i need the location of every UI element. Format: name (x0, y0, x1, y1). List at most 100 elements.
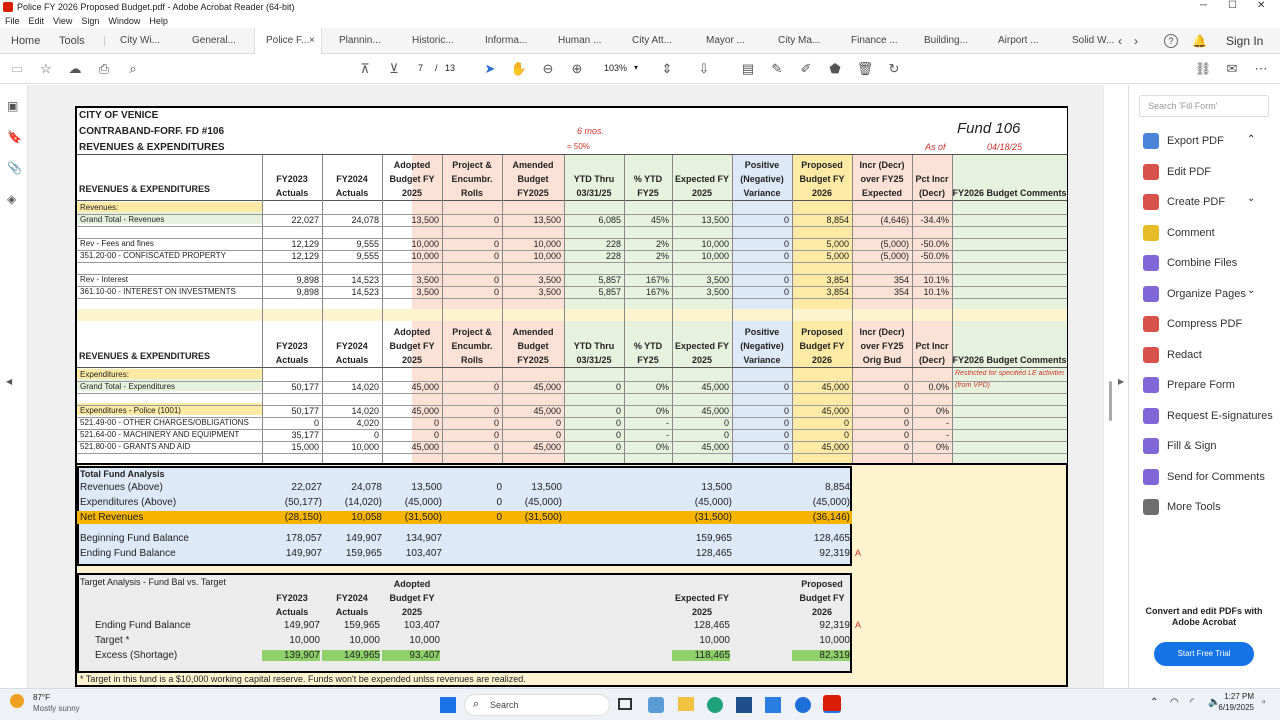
scroll-mode-icon[interactable]: ⇩ (695, 60, 713, 78)
tab-document[interactable]: Solid W... (1072, 28, 1114, 54)
tab-home[interactable]: Home (11, 28, 40, 54)
highlight-pen-icon[interactable]: ✎ (768, 60, 786, 78)
tab-tools[interactable]: Tools (59, 28, 85, 54)
delete-icon[interactable]: 🗑 (856, 60, 874, 78)
clock-date[interactable]: 6/19/2025 (1208, 703, 1254, 712)
select-cursor-icon[interactable]: ➤ (481, 60, 499, 78)
draw-icon[interactable]: ✐ (797, 60, 815, 78)
find-icon[interactable]: ⌕ (124, 60, 142, 78)
previous-page-icon[interactable]: ⊼ (356, 60, 374, 78)
tool-item[interactable]: Comment (1143, 224, 1215, 242)
save-icon[interactable]: ▭ (8, 60, 26, 78)
task-view-icon[interactable] (618, 698, 632, 710)
bookmark-star-icon[interactable]: ☆ (37, 60, 55, 78)
tab-document[interactable]: Building... (924, 28, 968, 54)
zoom-in-icon[interactable]: ⊕ (568, 60, 586, 78)
tool-item[interactable]: Redact (1143, 346, 1202, 364)
zoom-dropdown-icon[interactable]: ▾ (634, 63, 638, 72)
tab-document[interactable]: Informa... (485, 28, 527, 54)
minimize-button[interactable]: ─ (1200, 0, 1207, 11)
tool-item[interactable]: Organize Pages (1143, 285, 1246, 303)
tool-item[interactable]: Fill & Sign (1143, 437, 1217, 455)
menu-window[interactable]: Window (108, 16, 140, 26)
weather-condition[interactable]: Mostly sunny (33, 704, 80, 713)
wifi-icon[interactable]: ◜ (1190, 697, 1194, 708)
tool-item[interactable]: Edit PDF (1143, 163, 1211, 181)
menu-sign[interactable]: Sign (81, 16, 99, 26)
bookmarks-icon[interactable]: 🔖 (7, 130, 22, 144)
app-icon[interactable] (765, 697, 781, 713)
tool-item[interactable]: Prepare Form (1143, 376, 1235, 394)
layers-icon[interactable]: ◈ (7, 192, 21, 206)
zoom-level-select[interactable]: 103% (604, 63, 627, 73)
hand-tool-icon[interactable]: ✋ (510, 60, 528, 78)
tab-document-active[interactable]: Police F... × (254, 28, 322, 54)
comment-icon[interactable]: ▤ (739, 60, 757, 78)
email-icon[interactable]: ✉ (1223, 60, 1241, 78)
rotate-icon[interactable]: ↻ (885, 60, 903, 78)
help-app-icon[interactable] (795, 697, 811, 713)
next-page-icon[interactable]: ⊻ (385, 60, 403, 78)
collapse-left-panel-icon[interactable]: ◀ (6, 377, 20, 391)
print-icon[interactable]: ⎙ (95, 60, 113, 78)
attachments-icon[interactable]: 📎 (7, 161, 22, 175)
stamp-icon[interactable]: ⬟ (826, 60, 844, 78)
link-icon[interactable]: ⛓ (1194, 60, 1212, 78)
tab-document[interactable]: Mayor ... (706, 28, 745, 54)
tab-document[interactable]: Airport ... (998, 28, 1039, 54)
tabs-scroll-right-icon[interactable]: › (1134, 28, 1138, 54)
scrollbar-thumb[interactable] (1109, 381, 1112, 421)
tab-document[interactable]: City Att... (632, 28, 672, 54)
zoom-out-icon[interactable]: ⊖ (539, 60, 557, 78)
expand-right-panel-icon[interactable]: ▶ (1118, 377, 1124, 386)
page-number-input[interactable]: 7 (418, 63, 423, 73)
maximize-button[interactable]: ☐ (1228, 0, 1237, 11)
tab-document[interactable]: City Wi... (120, 28, 160, 54)
tabs-scroll-left-icon[interactable]: ‹ (1118, 28, 1122, 54)
help-icon[interactable]: ? (1164, 34, 1178, 48)
close-tab-icon[interactable]: × (309, 28, 315, 54)
expand-chevron-icon[interactable]: ⌄ (1247, 193, 1255, 204)
tool-item[interactable]: Send for Comments (1143, 468, 1265, 486)
tab-document[interactable]: City Ma... (778, 28, 820, 54)
store-icon[interactable] (736, 697, 752, 713)
tab-document[interactable]: Plannin... (339, 28, 381, 54)
tool-item[interactable]: Export PDF (1143, 132, 1224, 150)
show-hidden-icons-icon[interactable]: ⌃ (1150, 697, 1158, 708)
taskbar-search-box[interactable]: ⌕ Search (464, 694, 610, 716)
clock-time[interactable]: 1:27 PM (1208, 692, 1254, 701)
menu-edit[interactable]: Edit (29, 16, 45, 26)
acrobat-taskbar-icon[interactable] (823, 695, 841, 713)
vertical-scrollbar[interactable]: ▶ (1103, 85, 1127, 688)
page-thumbnails-icon[interactable]: ▣ (7, 99, 21, 113)
notifications-bell-icon[interactable]: 🔔 (1192, 28, 1207, 54)
tool-item[interactable]: Request E-signatures (1143, 407, 1273, 425)
windows-start-icon[interactable] (440, 697, 456, 713)
tool-item[interactable]: Compress PDF (1143, 315, 1242, 333)
expand-chevron-icon[interactable]: ⌄ (1247, 285, 1255, 296)
network-icon[interactable]: ◠ (1170, 697, 1179, 708)
tool-item[interactable]: Combine Files (1143, 254, 1237, 272)
tool-item[interactable]: More Tools (1143, 498, 1221, 516)
menu-help[interactable]: Help (149, 16, 168, 26)
tab-document[interactable]: General... (192, 28, 236, 54)
notification-center-icon[interactable]: ▫ (1262, 697, 1266, 708)
upload-cloud-icon[interactable]: ☁ (66, 60, 84, 78)
edge-browser-icon[interactable] (707, 697, 723, 713)
menu-view[interactable]: View (53, 16, 72, 26)
tool-item[interactable]: Create PDF (1143, 193, 1225, 211)
file-explorer-icon[interactable] (678, 697, 694, 711)
more-options-icon[interactable]: ⋯ (1252, 60, 1270, 78)
close-window-button[interactable]: ✕ (1257, 0, 1265, 11)
weather-temperature[interactable]: 87°F (33, 693, 50, 702)
tab-document[interactable]: Historic... (412, 28, 454, 54)
sign-in-button[interactable]: Sign In (1226, 28, 1263, 54)
tab-document[interactable]: Finance ... (851, 28, 898, 54)
tools-search-input[interactable]: Search 'Fill Form' (1139, 95, 1269, 117)
start-free-trial-button[interactable]: Start Free Trial (1154, 642, 1254, 666)
tab-document[interactable]: Human ... (558, 28, 601, 54)
menu-file[interactable]: File (5, 16, 20, 26)
collapse-chevron-icon[interactable]: ⌃ (1247, 134, 1255, 145)
teams-icon[interactable] (648, 697, 664, 713)
fit-page-icon[interactable]: ⇕ (658, 60, 676, 78)
